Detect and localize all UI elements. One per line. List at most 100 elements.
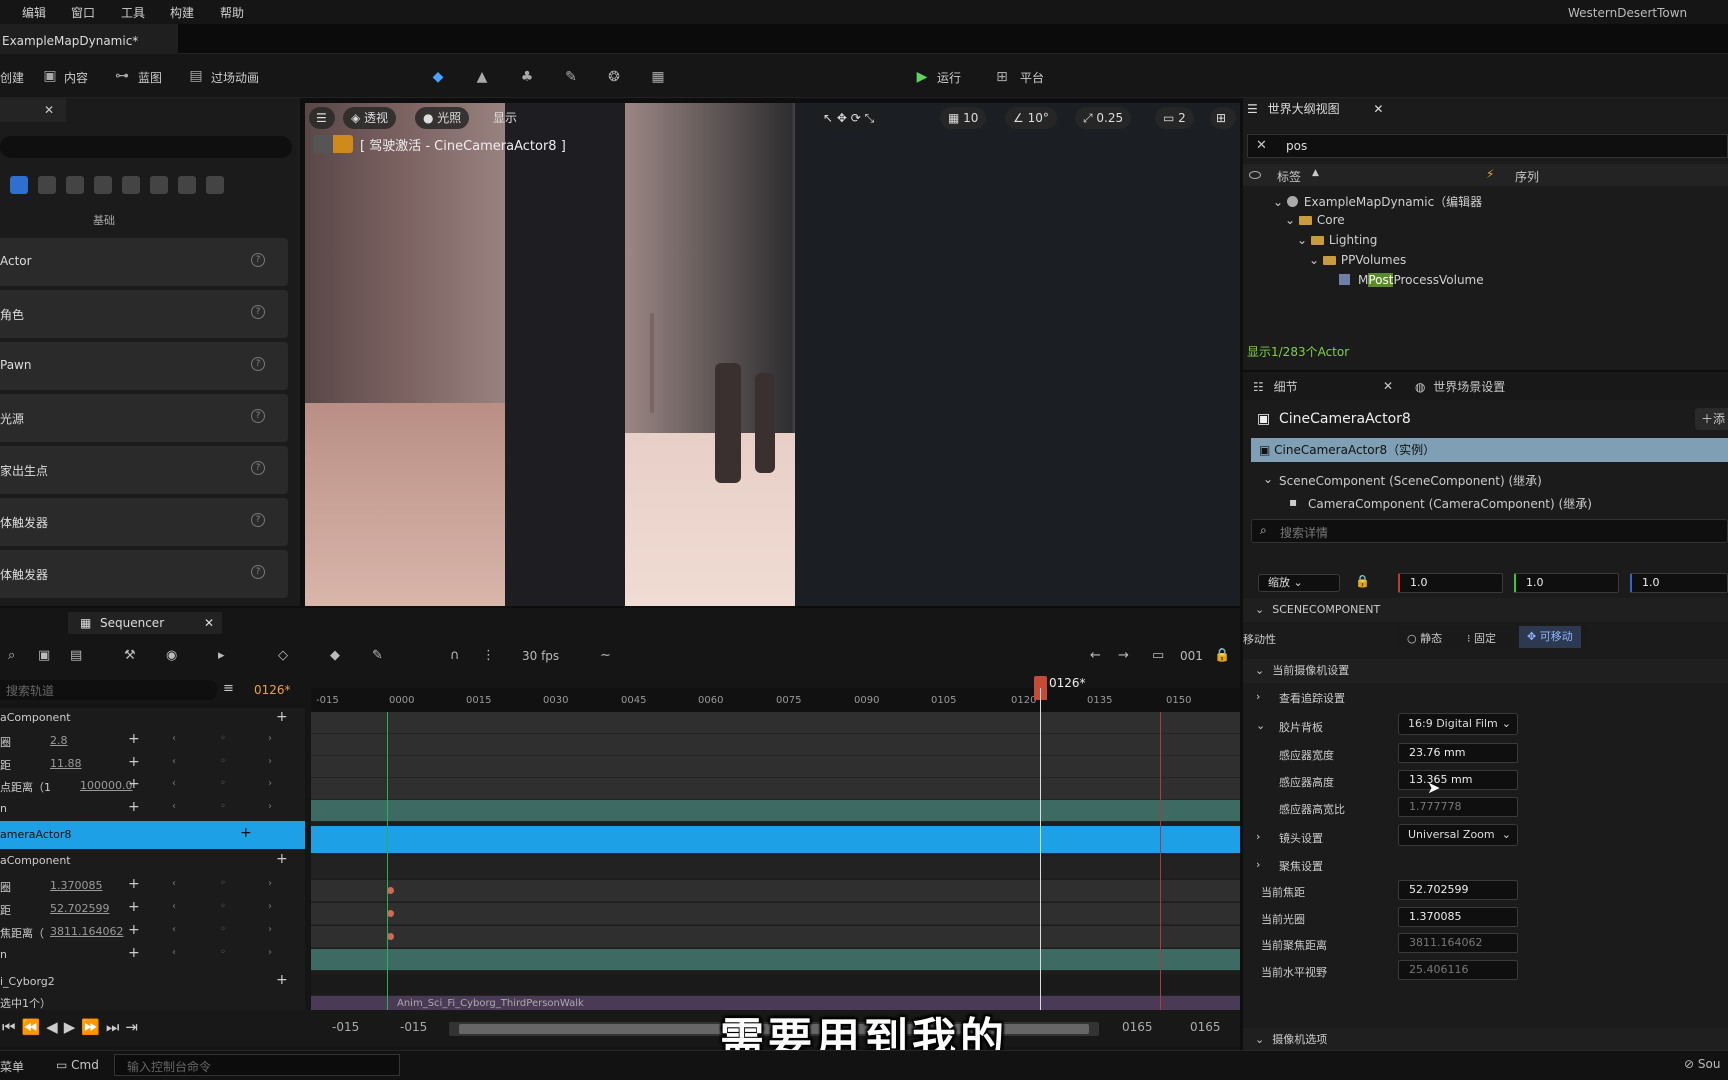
sequence-column[interactable]: 序列 [1515, 168, 1539, 185]
add-key-icon[interactable]: + [128, 922, 140, 938]
track-row[interactable]: n + ‹ ◦ › [0, 798, 305, 820]
tree-item-lighting[interactable]: ⌄ Lighting [1297, 233, 1377, 247]
content-button[interactable]: 内容 [64, 69, 88, 86]
instance-row[interactable]: ▣ CineCameraActor8（实例） [1251, 438, 1728, 462]
settings-wrench-icon[interactable]: ⚒ [124, 648, 136, 663]
track-search[interactable]: 搜索轨道 [0, 680, 218, 700]
add-icon[interactable]: + [240, 825, 252, 841]
forward-arrow-icon[interactable]: → [1118, 648, 1129, 663]
mobility-stationary[interactable]: ⁝ 固定 [1467, 630, 1496, 646]
details-search[interactable]: ⌕ 搜索详情 [1251, 519, 1728, 543]
create-button[interactable]: 创建 [0, 69, 24, 86]
lock-icon[interactable]: 🔒 [1214, 648, 1230, 663]
geometry-category-icon[interactable] [150, 176, 168, 194]
aperture-field[interactable]: 1.370085 [1398, 907, 1518, 927]
layout-icon[interactable]: ⊞ [1210, 107, 1236, 129]
grid-snap-button[interactable]: ▦ 10 [940, 107, 987, 129]
menu-build[interactable]: 构建 [170, 4, 194, 21]
place-actor-item[interactable]: 盒体触发器? [0, 498, 288, 546]
timeline-area[interactable]: -015 0000 0015 0030 0045 0060 0075 0090 … [311, 688, 1240, 1018]
place-actor-item[interactable]: 球体触发器? [0, 550, 288, 598]
shapes-category-icon[interactable] [66, 176, 84, 194]
play-icon[interactable]: ▶ [912, 69, 932, 87]
details-tab[interactable]: ☷ 细节 [1253, 378, 1298, 395]
lens-dropdown[interactable]: Universal Zoom ⌄ [1398, 824, 1518, 846]
mobility-static[interactable]: ○ 静态 [1407, 630, 1442, 646]
clear-search-icon[interactable]: ✕ [1256, 138, 1267, 153]
tree-item-map[interactable]: ⌄ ExampleMapDynamic（编辑器 [1273, 193, 1482, 210]
track-row[interactable]: 焦距离（ 3811.164062 + ‹ ◦ › [0, 921, 305, 943]
track-row[interactable]: 点距离（1 100000.0 + ‹ ◦ › [0, 775, 305, 797]
scale-snap-button[interactable]: ⤢ 0.25 [1075, 107, 1132, 129]
keyframe[interactable] [387, 910, 394, 917]
run-button[interactable]: 运行 [937, 69, 961, 86]
landscape-mode-icon[interactable]: ▲ [472, 69, 492, 87]
fps-dropdown[interactable]: 30 fps [522, 649, 559, 663]
sensor-width-field[interactable]: 23.76 mm [1398, 743, 1518, 763]
help-icon[interactable]: ? [251, 409, 265, 423]
angle-snap-button[interactable]: ∠ 10° [1005, 107, 1057, 129]
play-options-icon[interactable]: ▸ [218, 648, 225, 663]
lights-category-icon[interactable] [38, 176, 56, 194]
place-actors-tab[interactable] [0, 98, 66, 122]
visibility-eye-icon[interactable] [1249, 171, 1261, 179]
search-icon[interactable]: ⌕ [8, 648, 15, 663]
menu-help[interactable]: 帮助 [220, 4, 244, 21]
folder-icon[interactable]: ▭ [1152, 648, 1164, 663]
scene-component-section[interactable]: ⌄ SCENECOMPONENT [1243, 598, 1728, 622]
modeling-mode-icon[interactable]: ❂ [604, 69, 624, 87]
visual-effects-category-icon[interactable] [122, 176, 140, 194]
add-key-icon[interactable]: + [128, 776, 140, 792]
console-input[interactable]: 输入控制台命令 [114, 1054, 400, 1076]
add-key-icon[interactable]: + [128, 799, 140, 815]
map-tab[interactable]: ExampleMapDynamic* [0, 24, 178, 54]
volumes-category-icon[interactable] [178, 176, 196, 194]
place-actor-item[interactable]: 玩家出生点? [0, 446, 288, 494]
camera-cut-section[interactable] [311, 826, 1240, 854]
help-icon[interactable]: ? [251, 253, 265, 267]
tree-item-postprocess-volume[interactable]: MPostProcessVolume [1339, 273, 1484, 287]
help-icon[interactable]: ? [251, 305, 265, 319]
transform-tools[interactable]: ↖ ✥ ⟳ ⤡ [815, 107, 883, 129]
lock-icon[interactable]: 🔒 [1355, 574, 1370, 588]
outliner-tab[interactable]: ☰ 世界大纲视图 ✕ [1247, 100, 1383, 122]
select-mode-icon[interactable]: ◆ [428, 69, 448, 87]
source-control-button[interactable]: ⊘ Sou [1684, 1057, 1720, 1071]
basic-category-icon[interactable] [10, 176, 28, 194]
close-icon[interactable]: ✕ [1383, 379, 1393, 393]
place-actor-item[interactable]: 光源? [0, 394, 288, 442]
time-ruler[interactable]: -015 0000 0015 0030 0045 0060 0075 0090 … [311, 688, 1240, 712]
current-camera-settings-section[interactable]: ⌄ 当前摄像机设置 [1243, 659, 1728, 683]
world-settings-tab[interactable]: ◍ 世界场景设置 [1415, 378, 1505, 395]
sequencer-tab[interactable]: ▦ Sequencer ✕ [68, 612, 222, 634]
platform-button[interactable]: 平台 [1020, 69, 1044, 86]
foliage-mode-icon[interactable]: ♣ [517, 69, 537, 87]
outliner-search[interactable]: ✕ pos [1247, 134, 1728, 158]
lit-button[interactable]: ● 光照 [415, 107, 470, 129]
scale-y-field[interactable]: 1.0 [1514, 573, 1619, 593]
help-icon[interactable]: ? [251, 357, 265, 371]
scale-mode-dropdown[interactable]: 缩放 ⌄ [1258, 574, 1340, 592]
end-marker[interactable] [1160, 712, 1161, 1018]
help-icon[interactable]: ? [251, 565, 265, 579]
fracture-mode-icon[interactable]: ▦ [648, 69, 668, 87]
all-classes-category-icon[interactable] [206, 176, 224, 194]
add-key-icon[interactable]: + [128, 754, 140, 770]
tree-item-core[interactable]: ⌄ Core [1285, 213, 1345, 227]
scale-z-field[interactable]: 1.0 [1630, 573, 1728, 593]
place-actor-item[interactable]: 角色? [0, 290, 288, 338]
label-column[interactable]: 标签 [1277, 168, 1301, 185]
start-marker[interactable] [387, 712, 388, 1018]
add-key-icon[interactable]: + [128, 945, 140, 961]
track-row[interactable]: aComponent + [0, 708, 305, 730]
sensor-height-field[interactable]: 13.365 mm [1398, 770, 1518, 790]
more-options-icon[interactable]: ⋮ [482, 648, 495, 663]
render-movie-icon[interactable]: ▤ [70, 648, 82, 663]
add-key-icon[interactable]: + [128, 731, 140, 747]
add-icon[interactable]: + [276, 709, 288, 725]
cinematic-category-icon[interactable] [94, 176, 112, 194]
track-row[interactable]: 圈 2.8 + ‹ ◦ › [0, 730, 305, 752]
keyframe[interactable] [387, 933, 394, 940]
track-row[interactable]: n + ‹ ◦ › [0, 944, 305, 966]
close-icon[interactable]: ✕ [44, 103, 54, 117]
